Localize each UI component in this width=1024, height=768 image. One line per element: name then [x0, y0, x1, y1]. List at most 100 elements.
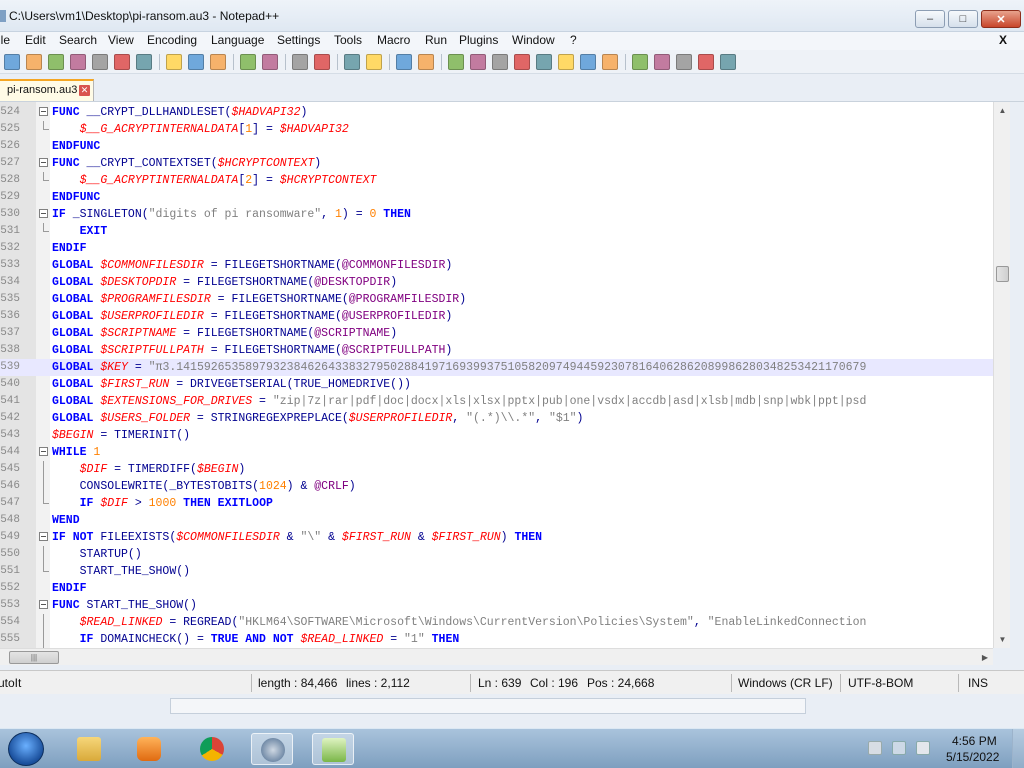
clock-date[interactable]: 5/15/2022 — [946, 750, 999, 764]
network-icon[interactable] — [892, 741, 906, 755]
code-line[interactable]: 526 ENDFUNC — [0, 138, 1010, 155]
print-icon[interactable] — [136, 54, 152, 70]
code-line[interactable]: 540 GLOBAL $FIRST_RUN = DRIVEGETSERIAL(TR… — [0, 376, 1010, 393]
code-line[interactable]: 544 WHILE 1 — [0, 444, 1010, 461]
new-file-icon[interactable] — [4, 54, 20, 70]
menu-plugins[interactable]: Plugins — [459, 33, 498, 47]
code-line[interactable]: 547 IF $DIF > 1000 THEN EXITLOOP — [0, 495, 1010, 512]
code-line[interactable]: 555 IF DOMAINCHECK() = TRUE AND NOT $REA… — [0, 631, 1010, 648]
menu-encoding[interactable]: Encoding — [147, 33, 197, 47]
code-line[interactable]: 550 STARTUP() — [0, 546, 1010, 563]
fold-collapse-icon[interactable] — [39, 209, 48, 218]
document-map-icon[interactable] — [536, 54, 552, 70]
code-line[interactable]: 535 GLOBAL $PROGRAMFILESDIR = FILEGETSHOR… — [0, 291, 1010, 308]
sync-vertical-icon[interactable] — [396, 54, 412, 70]
indent-guide-icon[interactable] — [492, 54, 508, 70]
code-line[interactable]: 529 ENDFUNC — [0, 189, 1010, 206]
code-line[interactable]: 525 $__G_ACRYPTINTERNALDATA[1] = $HADVAP… — [0, 121, 1010, 138]
code-line[interactable]: 543 $BEGIN = TIMERINIT() — [0, 427, 1010, 444]
show-desktop-button[interactable] — [1012, 729, 1024, 768]
volume-icon[interactable] — [916, 741, 930, 755]
save-icon[interactable] — [48, 54, 64, 70]
fold-collapse-icon[interactable] — [39, 107, 48, 116]
open-file-icon[interactable] — [26, 54, 42, 70]
code-line[interactable]: 552 ENDIF — [0, 580, 1010, 597]
scroll-down-arrow-icon[interactable]: ▼ — [994, 631, 1011, 648]
code-line[interactable]: 537 GLOBAL $SCRIPTNAME = FILEGETSHORTNAME… — [0, 325, 1010, 342]
menu-tools[interactable]: Tools — [334, 33, 362, 47]
file-explorer-icon[interactable] — [68, 733, 110, 765]
clock-time[interactable]: 4:56 PM — [952, 734, 997, 748]
chrome-icon[interactable] — [191, 733, 233, 765]
code-line[interactable]: 531 EXIT — [0, 223, 1010, 240]
title-bar[interactable]: C:\Users\vm1\Desktop\pi-ransom.au3 - Not… — [0, 0, 1024, 32]
code-line[interactable]: 539 GLOBAL $KEY = "π3.1415926535897932384… — [0, 359, 1010, 376]
scroll-up-arrow-icon[interactable]: ▲ — [994, 102, 1011, 119]
word-wrap-icon[interactable] — [448, 54, 464, 70]
code-line[interactable]: 538 GLOBAL $SCRIPTFULLPATH = FILEGETSHORT… — [0, 342, 1010, 359]
redo-icon[interactable] — [262, 54, 278, 70]
vertical-scroll-thumb[interactable] — [996, 266, 1009, 282]
vertical-scrollbar[interactable]: ▲ ▼ — [993, 102, 1010, 648]
code-line[interactable]: 532 ENDIF — [0, 240, 1010, 257]
tab-pi-ransom[interactable]: pi-ransom.au3 ✕ — [0, 79, 94, 101]
user-defined-language-icon[interactable] — [514, 54, 530, 70]
save-all-icon[interactable] — [70, 54, 86, 70]
close-icon[interactable] — [92, 54, 108, 70]
code-line[interactable]: 541 GLOBAL $EXTENSIONS_FOR_DRIVES = "zip|… — [0, 393, 1010, 410]
monitoring-icon[interactable] — [602, 54, 618, 70]
code-line[interactable]: 528 $__G_ACRYPTINTERNALDATA[2] = $HCRYPT… — [0, 172, 1010, 189]
code-line[interactable]: 536 GLOBAL $USERPROFILEDIR = FILEGETSHORT… — [0, 308, 1010, 325]
fold-collapse-icon[interactable] — [39, 532, 48, 541]
code-line[interactable]: 527 FUNC __CRYPT_CONTEXTSET($HCRYPTCONTEX… — [0, 155, 1010, 172]
maximize-button[interactable]: □ — [948, 10, 978, 28]
menu-edit[interactable]: Edit — [25, 33, 46, 47]
menu-view[interactable]: View — [108, 33, 134, 47]
code-line[interactable]: 533 GLOBAL $COMMONFILESDIR = FILEGETSHORT… — [0, 257, 1010, 274]
code-line[interactable]: 553 FUNC START_THE_SHOW() — [0, 597, 1010, 614]
replace-icon[interactable] — [314, 54, 330, 70]
show-all-chars-icon[interactable] — [470, 54, 486, 70]
menu-help[interactable]: ? — [570, 33, 577, 47]
notepad-plus-plus-icon[interactable] — [312, 733, 354, 765]
play-macro-icon[interactable] — [676, 54, 692, 70]
fold-collapse-icon[interactable] — [39, 447, 48, 456]
sync-horizontal-icon[interactable] — [418, 54, 434, 70]
menu-macro[interactable]: Macro — [377, 33, 410, 47]
code-line[interactable]: 551 START_THE_SHOW() — [0, 563, 1010, 580]
run-macro-multiple-icon[interactable] — [698, 54, 714, 70]
code-line[interactable]: 542 GLOBAL $USERS_FOLDER = STRINGREGEXPRE… — [0, 410, 1010, 427]
fold-collapse-icon[interactable] — [39, 158, 48, 167]
code-editor[interactable]: 524 FUNC __CRYPT_DLLHANDLESET($HADVAPI32)… — [0, 102, 1010, 648]
code-line[interactable]: 530 IF _SINGLETON("digits of pi ransomwar… — [0, 206, 1010, 223]
code-line[interactable]: 549 IF NOT FILEEXISTS($COMMONFILESDIR & "… — [0, 529, 1010, 546]
scroll-right-arrow-icon[interactable]: ▶ — [977, 649, 993, 666]
close-document-x[interactable]: X — [999, 33, 1007, 47]
close-all-icon[interactable] — [114, 54, 130, 70]
function-list-icon[interactable] — [558, 54, 574, 70]
code-line[interactable]: 546 CONSOLEWRITE(_BYTESTOBITS(1024) & @C… — [0, 478, 1010, 495]
code-line[interactable]: 524 FUNC __CRYPT_DLLHANDLESET($HADVAPI32) — [0, 104, 1010, 121]
cut-icon[interactable] — [166, 54, 182, 70]
menu-language[interactable]: Language — [211, 33, 264, 47]
menu-run[interactable]: Run — [425, 33, 447, 47]
menu-file[interactable]: ile — [0, 33, 10, 47]
zoom-in-icon[interactable] — [344, 54, 360, 70]
horizontal-scroll-thumb[interactable]: ||| — [9, 651, 59, 664]
save-macro-icon[interactable] — [720, 54, 736, 70]
minimize-button[interactable]: – — [915, 10, 945, 28]
autoit-icon[interactable] — [251, 733, 293, 765]
code-line[interactable]: 534 GLOBAL $DESKTOPDIR = FILEGETSHORTNAME… — [0, 274, 1010, 291]
fold-collapse-icon[interactable] — [39, 600, 48, 609]
menu-search[interactable]: Search — [59, 33, 97, 47]
stop-macro-icon[interactable] — [654, 54, 670, 70]
menu-settings[interactable]: Settings — [277, 33, 320, 47]
tab-close-icon[interactable]: ✕ — [79, 85, 90, 96]
zoom-out-icon[interactable] — [366, 54, 382, 70]
paste-icon[interactable] — [210, 54, 226, 70]
copy-icon[interactable] — [188, 54, 204, 70]
undo-icon[interactable] — [240, 54, 256, 70]
code-line[interactable]: 545 $DIF = TIMERDIFF($BEGIN) — [0, 461, 1010, 478]
horizontal-scrollbar[interactable]: ||| ▶ — [0, 648, 993, 665]
action-center-flag-icon[interactable] — [868, 741, 882, 755]
